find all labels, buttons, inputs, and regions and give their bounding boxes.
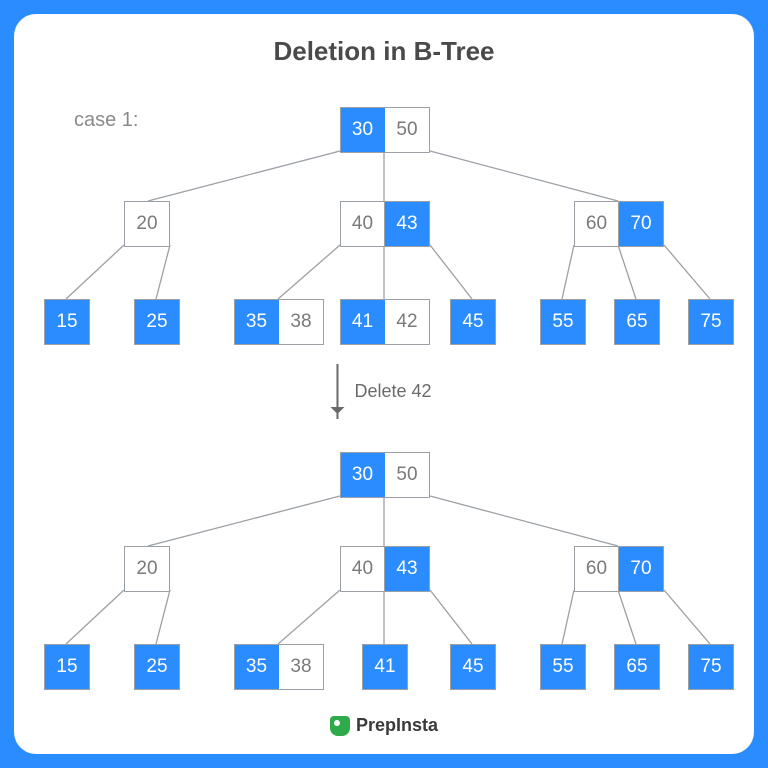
btree-key: 30 [341, 108, 385, 152]
btree-node: 45 [450, 299, 496, 345]
btree-key: 55 [541, 300, 585, 344]
btree-node: 55 [540, 644, 586, 690]
btree-node: 65 [614, 644, 660, 690]
btree-node: 45 [450, 644, 496, 690]
btree-node: 3538 [234, 299, 324, 345]
btree-key: 50 [385, 453, 429, 497]
btree-node: 20 [124, 201, 170, 247]
btree-key: 75 [689, 300, 733, 344]
btree-key: 40 [341, 202, 385, 246]
btree-node: 3538 [234, 644, 324, 690]
btree-after: 3050 20 4043 6070 15 25 3538 41 45 55 65 75 [14, 434, 754, 724]
btree-node: 4043 [340, 546, 430, 592]
btree-key: 70 [619, 547, 663, 591]
btree-key: 60 [575, 547, 619, 591]
brand-logo-icon [330, 716, 350, 736]
btree-node: 75 [688, 644, 734, 690]
btree-key: 43 [385, 202, 429, 246]
btree-key: 55 [541, 645, 585, 689]
btree-before: 3050 20 4043 6070 15 25 3538 4142 45 55 65 75 [14, 89, 754, 379]
btree-key: 20 [125, 202, 169, 246]
btree-node: 15 [44, 644, 90, 690]
btree-node: 65 [614, 299, 660, 345]
btree-node: 25 [134, 644, 180, 690]
btree-node: 6070 [574, 201, 664, 247]
btree-key: 20 [125, 547, 169, 591]
btree-key: 38 [279, 645, 323, 689]
brand-text: PrepInsta [356, 715, 438, 736]
btree-key: 42 [385, 300, 429, 344]
btree-node: 41 [362, 644, 408, 690]
btree-key: 15 [45, 300, 89, 344]
btree-key: 25 [135, 645, 179, 689]
diagram-frame: Deletion in B-Tree case 1: 3050204043607… [14, 14, 754, 754]
btree-key: 30 [341, 453, 385, 497]
btree-key: 40 [341, 547, 385, 591]
btree-node: 6070 [574, 546, 664, 592]
btree-key: 75 [689, 645, 733, 689]
btree-key: 41 [363, 645, 407, 689]
btree-node: 3050 [340, 452, 430, 498]
btree-key: 25 [135, 300, 179, 344]
btree-key: 38 [279, 300, 323, 344]
operation-label: Delete 42 [354, 381, 431, 402]
btree-node: 20 [124, 546, 170, 592]
btree-node: 55 [540, 299, 586, 345]
btree-key: 70 [619, 202, 663, 246]
btree-key: 15 [45, 645, 89, 689]
btree-node: 3050 [340, 107, 430, 153]
btree-node: 75 [688, 299, 734, 345]
btree-node: 25 [134, 299, 180, 345]
btree-key: 50 [385, 108, 429, 152]
btree-key: 60 [575, 202, 619, 246]
btree-key: 35 [235, 300, 279, 344]
operation-arrow: Delete 42 [336, 364, 431, 419]
btree-key: 35 [235, 645, 279, 689]
down-arrow-icon [336, 364, 338, 419]
btree-key: 43 [385, 547, 429, 591]
btree-key: 45 [451, 645, 495, 689]
btree-key: 65 [615, 300, 659, 344]
btree-node: 15 [44, 299, 90, 345]
btree-node: 4142 [340, 299, 430, 345]
brand: PrepInsta [330, 715, 438, 736]
btree-node: 4043 [340, 201, 430, 247]
btree-key: 65 [615, 645, 659, 689]
page-title: Deletion in B-Tree [14, 36, 754, 67]
btree-key: 41 [341, 300, 385, 344]
btree-key: 45 [451, 300, 495, 344]
